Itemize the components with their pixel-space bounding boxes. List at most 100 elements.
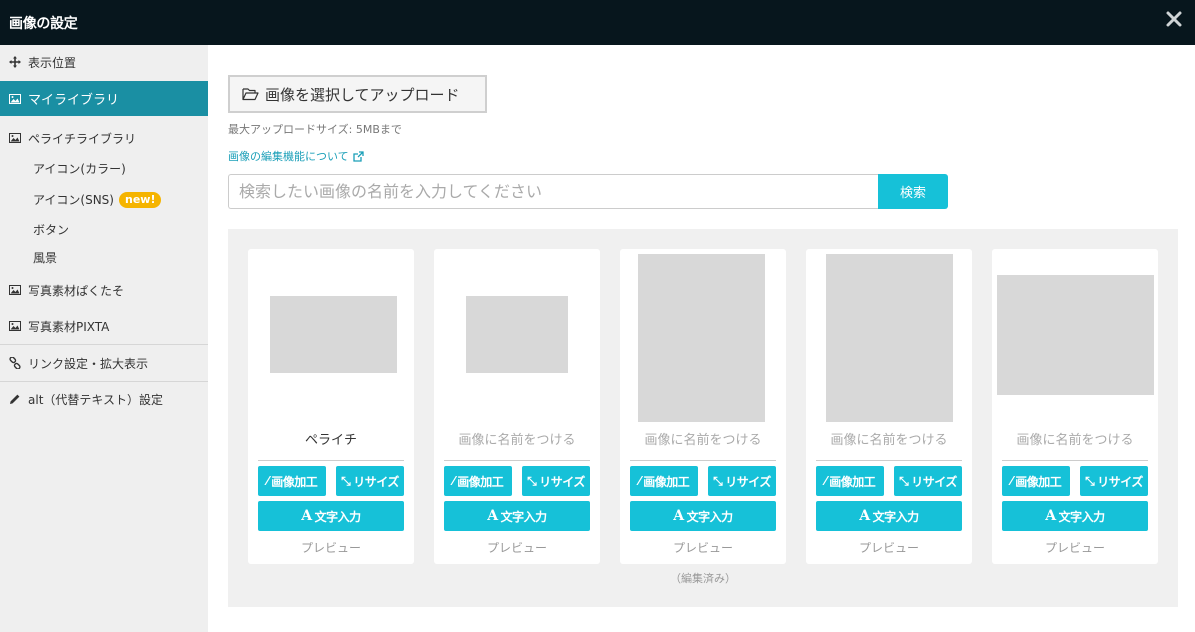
sidebar-item-label: 表示位置 (28, 55, 77, 70)
resize-button[interactable]: ⤡ リサイズ (522, 466, 590, 496)
image-icon (9, 133, 21, 143)
sidebar-subitem-label: 風景 (33, 251, 58, 265)
image-edit-button[interactable]: ⁄ 画像加工 (1002, 466, 1070, 496)
image-name-field[interactable]: ペライチ (248, 429, 414, 448)
edit-features-link[interactable]: 画像の編集機能について (228, 148, 364, 164)
image-gallery: ペライチ ⁄ 画像加工 ⤡ リサイズ A 文字入力 プレビュー 画像に名前をつける ⁄… (228, 229, 1178, 607)
preview-link[interactable]: プレビュー (992, 539, 1158, 556)
image-edit-button[interactable]: ⁄ 画像加工 (444, 466, 512, 496)
resize-button[interactable]: ⤡ リサイズ (894, 466, 962, 496)
image-thumbnail[interactable] (826, 254, 953, 422)
edited-note: （編集済み） (670, 572, 736, 585)
magic-wand-icon: ⁄ (638, 474, 641, 488)
button-label: リサイズ (911, 474, 957, 489)
card-divider (1002, 460, 1148, 461)
sidebar-item-peraichi-library[interactable]: ペライチライブラリ (0, 129, 208, 147)
search-button[interactable]: 検索 (878, 174, 948, 209)
image-thumbnail[interactable] (997, 275, 1154, 395)
resize-button[interactable]: ⤡ リサイズ (708, 466, 776, 496)
card-divider (444, 460, 590, 461)
image-name-field[interactable]: 画像に名前をつける (806, 429, 972, 448)
sidebar-item-my-library[interactable]: マイライブラリ (0, 81, 208, 116)
button-label: 画像加工 (1015, 474, 1062, 489)
sidebar-subitem-label: ボタン (33, 223, 70, 237)
button-label: 画像加工 (271, 474, 318, 489)
sidebar-subitem-icon-sns[interactable]: アイコン(SNS) new! (33, 191, 162, 208)
sidebar-subitem-landscape[interactable]: 風景 (33, 249, 57, 266)
sidebar-subitem-button[interactable]: ボタン (33, 221, 69, 238)
button-label: 文字入力 (686, 509, 734, 524)
pencil-icon (10, 394, 20, 404)
image-thumbnail[interactable] (466, 296, 568, 373)
sidebar-item-pixta[interactable]: 写真素材PIXTA (0, 317, 208, 335)
font-icon: A (673, 508, 684, 524)
sidebar-item-label: 写真素材ぱくたそ (28, 283, 125, 298)
image-edit-button[interactable]: ⁄ 画像加工 (258, 466, 326, 496)
card-divider (258, 460, 404, 461)
preview-link[interactable]: プレビュー (620, 539, 786, 556)
image-card: 画像に名前をつける ⁄ 画像加工 ⤡ リサイズ A 文字入力 プレビュー (434, 249, 600, 564)
compress-icon: ⤡ (899, 473, 909, 488)
text-input-button[interactable]: A 文字入力 (258, 501, 404, 531)
image-card: 画像に名前をつける ⁄ 画像加工 ⤡ リサイズ A 文字入力 プレビュー (992, 249, 1158, 564)
sidebar-divider (0, 381, 208, 382)
image-name-field[interactable]: 画像に名前をつける (434, 429, 600, 448)
compress-icon: ⤡ (713, 473, 723, 488)
compress-icon: ⤡ (527, 473, 537, 488)
font-icon: A (1045, 508, 1056, 524)
search-input[interactable] (228, 174, 879, 209)
title-bar: 画像の設定 (0, 0, 1195, 45)
button-label: 文字入力 (872, 509, 920, 524)
sidebar-item-pakutaso[interactable]: 写真素材ぱくたそ (0, 281, 208, 299)
compress-icon: ⤡ (341, 473, 351, 488)
button-label: リサイズ (353, 474, 399, 489)
button-label: 文字入力 (314, 509, 362, 524)
resize-button[interactable]: ⤡ リサイズ (1080, 466, 1148, 496)
button-label: 画像加工 (643, 474, 690, 489)
sidebar-item-label: 写真素材PIXTA (28, 319, 110, 334)
sidebar-subitem-icon-color[interactable]: アイコン(カラー) (33, 160, 126, 177)
button-label: リサイズ (1097, 474, 1143, 489)
magic-wand-icon: ⁄ (824, 474, 827, 488)
sidebar-item-label: マイライブラリ (28, 93, 120, 108)
image-name-field[interactable]: 画像に名前をつける (620, 429, 786, 448)
close-icon[interactable] (1163, 8, 1185, 30)
sidebar-item-display-position[interactable]: 表示位置 (0, 53, 208, 71)
image-name-field[interactable]: 画像に名前をつける (992, 429, 1158, 448)
compress-icon: ⤡ (1085, 473, 1095, 488)
image-thumbnail[interactable] (270, 296, 397, 373)
button-label: 画像加工 (829, 474, 876, 489)
edit-link-label: 画像の編集機能について (228, 150, 349, 163)
text-input-button[interactable]: A 文字入力 (630, 501, 776, 531)
magic-wand-icon: ⁄ (1010, 474, 1013, 488)
image-icon (9, 285, 21, 295)
button-label: 文字入力 (500, 509, 548, 524)
button-label: 画像加工 (457, 474, 504, 489)
preview-link[interactable]: プレビュー (806, 539, 972, 556)
link-icon (9, 357, 21, 369)
sidebar-item-link-settings[interactable]: リンク設定・拡大表示 (0, 354, 208, 372)
image-card: 画像に名前をつける ⁄ 画像加工 ⤡ リサイズ A 文字入力 プレビュー (806, 249, 972, 564)
button-label: リサイズ (725, 474, 771, 489)
magic-wand-icon: ⁄ (452, 474, 455, 488)
text-input-button[interactable]: A 文字入力 (1002, 501, 1148, 531)
card-divider (630, 460, 776, 461)
preview-link[interactable]: プレビュー (434, 539, 600, 556)
image-icon (9, 321, 21, 331)
image-edit-button[interactable]: ⁄ 画像加工 (816, 466, 884, 496)
card-divider (816, 460, 962, 461)
sidebar-item-label: ペライチライブラリ (28, 131, 137, 146)
preview-link[interactable]: プレビュー (248, 539, 414, 556)
max-upload-size-text: 最大アップロードサイズ: 5MBまで (228, 123, 402, 136)
resize-button[interactable]: ⤡ リサイズ (336, 466, 404, 496)
text-input-button[interactable]: A 文字入力 (816, 501, 962, 531)
image-edit-button[interactable]: ⁄ 画像加工 (630, 466, 698, 496)
sidebar-item-alt-settings[interactable]: alt（代替テキスト）設定 (0, 390, 208, 408)
text-input-button[interactable]: A 文字入力 (444, 501, 590, 531)
sidebar: 表示位置 マイライブラリ ペライチライブラリ アイコン(カラー) アイコン(SN… (0, 45, 208, 632)
button-label: 文字入力 (1058, 509, 1106, 524)
upload-image-button[interactable]: 画像を選択してアップロード (228, 75, 487, 113)
button-label: リサイズ (539, 474, 585, 489)
image-thumbnail[interactable] (638, 254, 765, 422)
font-icon: A (301, 508, 312, 524)
